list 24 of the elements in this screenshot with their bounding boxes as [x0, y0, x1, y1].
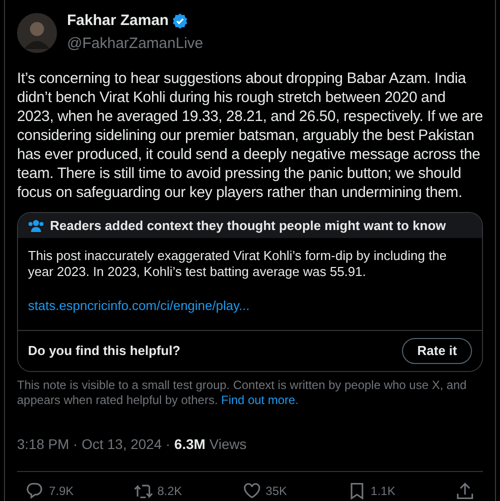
- like-button[interactable]: 35K: [242, 480, 288, 500]
- view-count: 6.3M: [174, 434, 206, 454]
- find-out-more-link[interactable]: Find out more: [221, 392, 296, 406]
- note-disclaimer: This note is visible to a small test group. Context is written by people who use X, and appears when rated helpful by others. Find out more.: [17, 378, 468, 408]
- post-text: It’s concerning to hear suggestions about dropping Babar Azam. India didn’t bench Virat Kohli during his rough stretch between 2020 and 2023, when he averaged 19.33, 28.21, and 26.50, respectively. If we are considering sidelining our premier batsman, arguably the best Pakistan has ever produced, it could send a deeply negative message across the team. There is still time to avoid pressing the panic button; we should focus on safeguarding our key players rather than undermining them.: [17, 69, 483, 202]
- share-icon: [454, 480, 475, 500]
- repost-button[interactable]: 8.2K: [133, 480, 182, 500]
- reply-button[interactable]: 7.9K: [25, 480, 74, 500]
- verified-badge-icon: [172, 13, 188, 30]
- share-button[interactable]: [454, 480, 475, 500]
- rate-button[interactable]: Rate it: [402, 338, 472, 364]
- author-handle[interactable]: @FakharZamanLive: [67, 32, 204, 55]
- timestamp[interactable]: 3:18 PM · Oct 13, 2024 ·: [17, 434, 170, 454]
- note-title: Readers added context they thought people might want to know: [50, 216, 446, 235]
- reply-icon: [25, 480, 45, 500]
- source-link[interactable]: stats.espncricinfo.com/ci/engine/play...: [28, 296, 250, 316]
- people-icon: [28, 218, 44, 232]
- avatar[interactable]: [17, 12, 57, 52]
- author-name[interactable]: Fakhar Zaman: [67, 10, 169, 32]
- views-label: Views: [209, 434, 247, 454]
- note-text: This post inaccurately exaggerated Virat Kohli’s form-dip by including the year 2023. In 2023, Kohli’s test batting average was 55.91.: [28, 248, 448, 280]
- bookmark-button[interactable]: 1.1K: [346, 480, 396, 500]
- heart-icon: [242, 480, 262, 500]
- helpful-question: Do you find this helpful?: [28, 342, 180, 360]
